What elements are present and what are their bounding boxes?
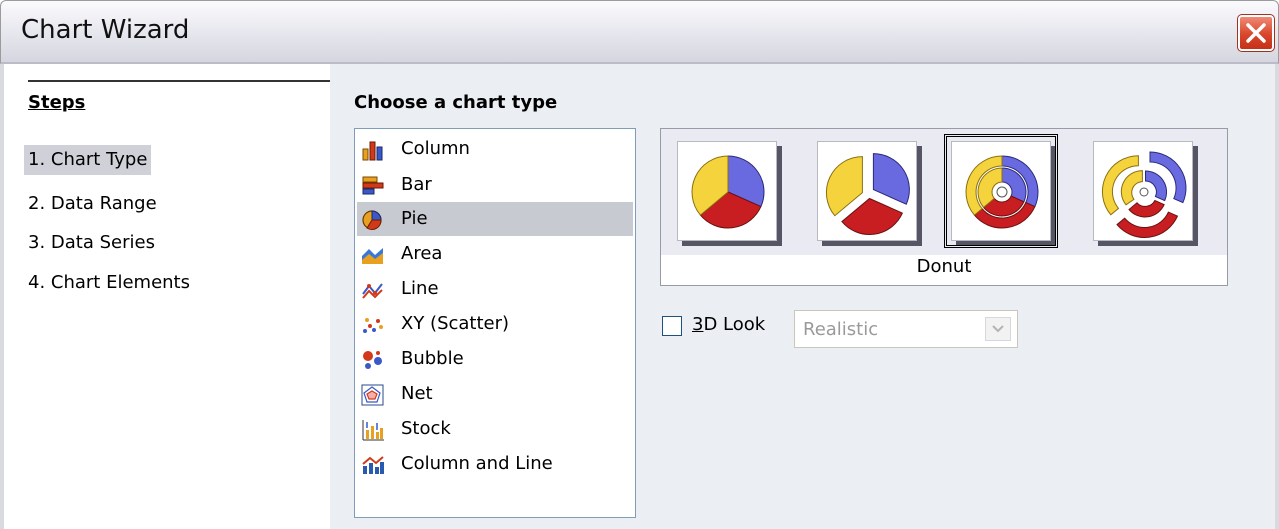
list-item-bubble[interactable]: Bubble	[357, 342, 633, 376]
list-item-label: Column and Line	[401, 453, 553, 474]
step-data-series[interactable]: 3. Data Series	[24, 228, 159, 258]
list-item-label: Column	[401, 138, 470, 159]
pie-chart-icon	[362, 210, 382, 231]
select-dropdown-button[interactable]	[985, 317, 1011, 341]
list-item-column-and-line[interactable]: Column and Line	[357, 447, 633, 481]
close-icon	[1246, 23, 1266, 43]
list-item-xy-scatter[interactable]: XY (Scatter)	[357, 307, 633, 341]
3d-look-checkbox[interactable]	[662, 316, 682, 336]
chart-variant-panel: Donut	[660, 128, 1228, 286]
title-bar[interactable]: Chart Wizard	[0, 0, 1279, 64]
column-chart-icon	[362, 141, 383, 161]
net-chart-icon	[361, 384, 384, 406]
list-item-net[interactable]: Net	[357, 377, 633, 411]
steps-heading: Steps	[28, 92, 86, 113]
3d-look-accelerator: 3	[692, 314, 704, 335]
list-item-line[interactable]: Line	[357, 272, 633, 306]
3d-scheme-value: Realistic	[803, 319, 879, 340]
line-chart-icon	[362, 283, 383, 299]
chart-variant-strip	[661, 129, 1227, 255]
list-item-stock[interactable]: Stock	[357, 412, 633, 446]
variant-donut[interactable]	[944, 134, 1058, 248]
list-item-label: Net	[401, 383, 433, 404]
bar-chart-icon	[362, 176, 384, 195]
3d-scheme-select[interactable]: Realistic	[794, 310, 1018, 348]
list-item-bar[interactable]: Bar	[357, 168, 633, 202]
page-heading: Choose a chart type	[354, 92, 558, 113]
bubble-chart-icon	[363, 351, 382, 369]
list-item-label: Bar	[401, 174, 432, 195]
3d-look-label-text: D Look	[703, 314, 766, 335]
exploded-pie-icon	[825, 153, 910, 235]
close-button[interactable]	[1237, 14, 1275, 52]
list-item-label: Bubble	[401, 348, 464, 369]
variant-exploded-pie[interactable]	[817, 141, 917, 241]
steps-divider	[28, 80, 334, 82]
list-item-label: Line	[401, 278, 439, 299]
step-chart-elements[interactable]: 4. Chart Elements	[24, 268, 194, 298]
window-frame-right	[1275, 64, 1279, 529]
chart-wizard-dialog: Chart Wizard Steps 1. Chart Type 2. Data…	[0, 0, 1279, 529]
variant-caption: Donut	[916, 256, 972, 277]
stock-chart-icon	[362, 420, 384, 441]
chart-type-page: Choose a chart type Column Bar Pie Area …	[330, 64, 1275, 529]
column-and-line-chart-icon	[362, 456, 384, 474]
area-chart-icon	[362, 248, 383, 264]
chevron-down-icon	[992, 325, 1004, 333]
normal-pie-icon	[691, 155, 765, 229]
variant-normal-pie[interactable]	[677, 141, 777, 241]
3d-look-label[interactable]: 3D Look	[692, 314, 765, 335]
dialog-title: Chart Wizard	[21, 15, 190, 45]
chart-type-list[interactable]: Column Bar Pie Area Line XY (Scatter) Bu…	[354, 128, 636, 518]
list-item-column[interactable]: Column	[357, 132, 633, 166]
exploded-donut-icon	[1101, 151, 1187, 238]
list-item-label: Stock	[401, 418, 451, 439]
scatter-chart-icon	[363, 318, 383, 333]
list-item-label: Pie	[401, 208, 428, 229]
step-chart-type[interactable]: 1. Chart Type	[24, 145, 152, 175]
list-item-label: XY (Scatter)	[401, 313, 510, 334]
list-item-label: Area	[401, 243, 443, 264]
step-data-range[interactable]: 2. Data Range	[24, 189, 161, 219]
variant-exploded-donut[interactable]	[1093, 141, 1193, 241]
donut-icon	[965, 155, 1039, 229]
list-item-pie[interactable]: Pie	[357, 202, 633, 236]
steps-sidebar: Steps 1. Chart Type 2. Data Range 3. Dat…	[4, 64, 334, 529]
list-item-area[interactable]: Area	[357, 237, 633, 271]
